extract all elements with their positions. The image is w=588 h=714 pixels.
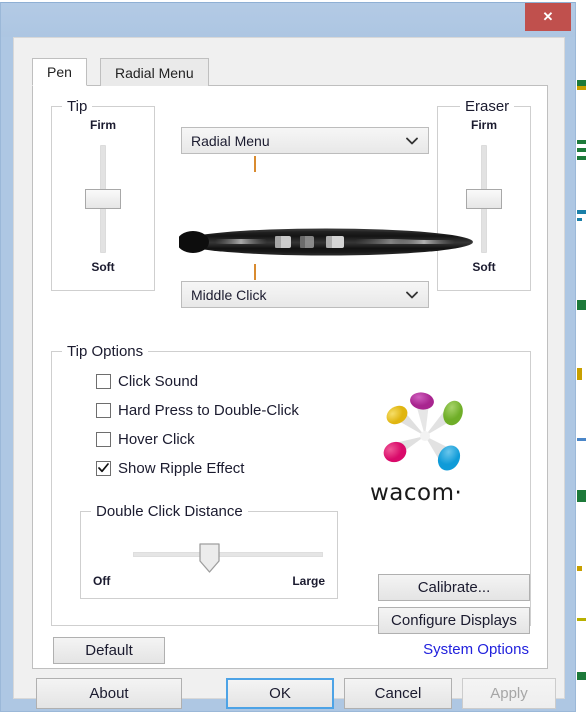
- about-button-label: About: [89, 685, 129, 702]
- wacom-pen-properties-window: ✕ Pen Radial Menu Tip Firm Soft Eraser F…: [0, 2, 576, 712]
- ok-button[interactable]: OK: [226, 678, 334, 709]
- cancel-button-label: Cancel: [374, 685, 422, 702]
- close-icon[interactable]: ✕: [525, 3, 571, 31]
- dialog-button-bar: About OK Cancel Apply: [14, 38, 564, 709]
- window-titlebar: ✕: [1, 3, 575, 37]
- cancel-button[interactable]: Cancel: [344, 678, 452, 709]
- apply-button-label: Apply: [490, 685, 528, 702]
- tab-radial-menu-label: Radial Menu: [115, 64, 194, 81]
- tab-radial-menu[interactable]: Radial Menu: [100, 58, 209, 86]
- background-window-sliver: [576, 0, 588, 714]
- ok-button-label: OK: [269, 685, 291, 702]
- window-client-area: Pen Radial Menu Tip Firm Soft Eraser Fir…: [13, 37, 565, 709]
- tab-pen-label: Pen: [47, 64, 72, 80]
- tab-pen[interactable]: Pen: [32, 58, 87, 86]
- about-button[interactable]: About: [36, 678, 182, 709]
- apply-button[interactable]: Apply: [462, 678, 556, 709]
